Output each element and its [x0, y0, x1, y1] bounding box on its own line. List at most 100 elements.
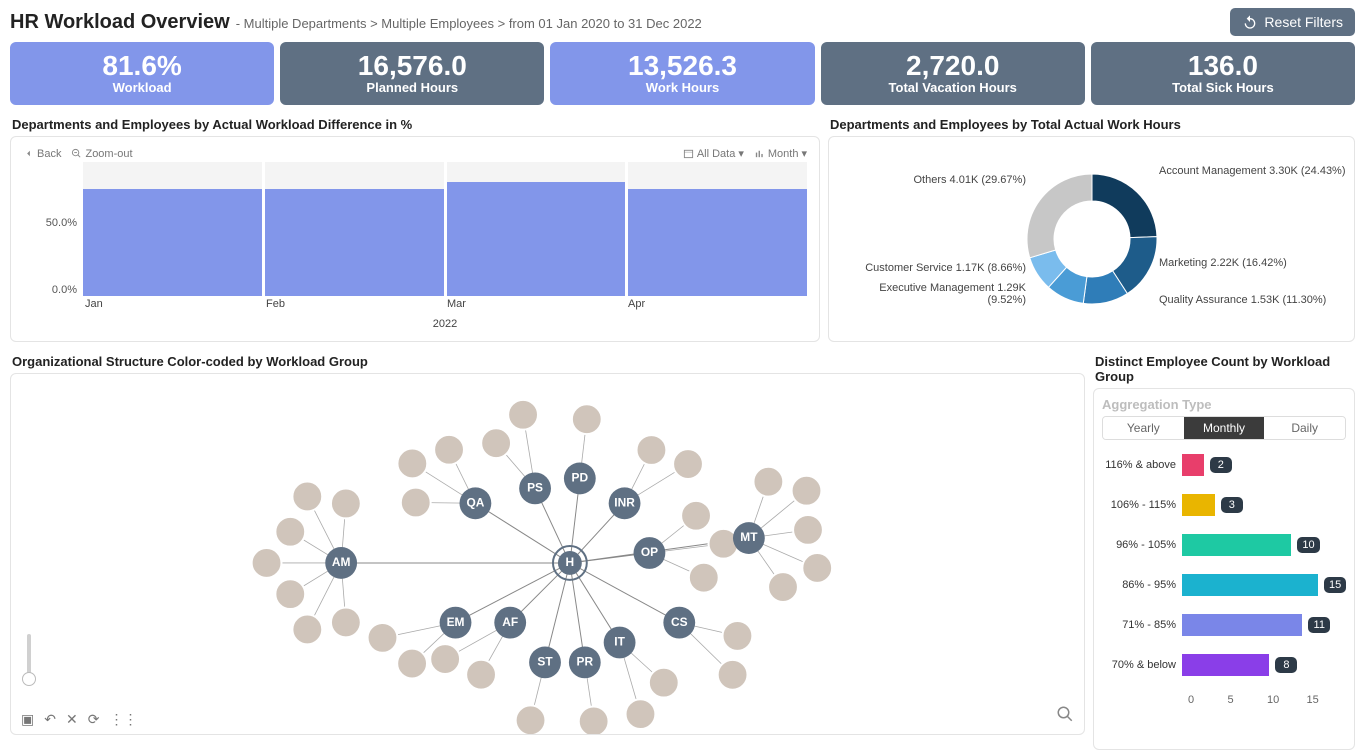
- employee-node[interactable]: [793, 515, 823, 545]
- kpi-tile[interactable]: 2,720.0 Total Vacation Hours: [821, 42, 1085, 105]
- department-label: ST: [537, 655, 553, 669]
- employee-node[interactable]: [397, 649, 427, 679]
- kpi-label: Work Hours: [550, 80, 814, 95]
- department-label: INR: [614, 495, 635, 509]
- employee-node[interactable]: [401, 488, 431, 518]
- employee-node[interactable]: [508, 400, 538, 430]
- search-icon[interactable]: [1056, 705, 1074, 728]
- all-data-dropdown[interactable]: All Data ▾: [683, 147, 744, 160]
- hbar-row[interactable]: 96% - 105% 10: [1102, 534, 1346, 556]
- employee-node[interactable]: [275, 517, 305, 547]
- reset-filters-button[interactable]: Reset Filters: [1230, 8, 1355, 36]
- employee-node[interactable]: [430, 644, 460, 674]
- employee-node[interactable]: [681, 501, 711, 531]
- aggregation-dropdown[interactable]: Month ▾: [754, 147, 807, 160]
- chart-toolbar: Back Zoom-out All Data ▾ Mont: [23, 147, 807, 160]
- aggregation-option[interactable]: Yearly: [1103, 417, 1184, 439]
- aggregation-option[interactable]: Monthly: [1184, 417, 1265, 439]
- employee-node[interactable]: [649, 668, 679, 698]
- refresh-icon[interactable]: ⟳: [88, 711, 100, 728]
- kpi-value: 16,576.0: [280, 50, 544, 82]
- bar-chart-area[interactable]: 0.0%50.0% JanFebMarApr 2022: [83, 162, 807, 317]
- donut-label: Customer Service 1.17K (8.66%): [851, 262, 1026, 274]
- employee-node[interactable]: [516, 705, 546, 734]
- hbar-row[interactable]: 71% - 85% 11: [1102, 614, 1346, 636]
- donut-label: Executive Management 1.29K (9.52%): [851, 282, 1026, 306]
- org-structure-panel: Organizational Structure Color-coded by …: [10, 350, 1085, 750]
- donut-label: Marketing 2.22K (16.42%): [1159, 257, 1287, 269]
- row-1: Departments and Employees by Actual Work…: [10, 113, 1355, 342]
- employee-node[interactable]: [572, 404, 602, 434]
- donut-slice[interactable]: [1027, 174, 1092, 258]
- bar-column[interactable]: [83, 162, 265, 296]
- zoom-out-button[interactable]: Zoom-out: [71, 148, 132, 160]
- x-tick: Apr: [626, 298, 807, 316]
- hbar-row[interactable]: 106% - 115% 3: [1102, 494, 1346, 516]
- breadcrumb[interactable]: - Multiple Departments > Multiple Employ…: [236, 16, 702, 31]
- panel-title: Departments and Employees by Total Actua…: [830, 117, 1355, 132]
- employee-node[interactable]: [689, 563, 719, 593]
- x-tick: Mar: [445, 298, 626, 316]
- employee-node[interactable]: [252, 548, 282, 578]
- hbar-row[interactable]: 86% - 95% 15: [1102, 574, 1346, 596]
- zoom-slider[interactable]: [27, 634, 31, 674]
- panel-title: Organizational Structure Color-coded by …: [12, 354, 1085, 369]
- employee-node[interactable]: [579, 706, 609, 734]
- bar-fill: [628, 189, 807, 296]
- settings-icon[interactable]: ⋮⋮: [109, 711, 137, 728]
- kpi-tile[interactable]: 16,576.0 Planned Hours: [280, 42, 544, 105]
- back-button[interactable]: Back: [23, 148, 61, 160]
- hbar-row[interactable]: 116% & above 2: [1102, 454, 1346, 476]
- hbar-value-badge: 2: [1210, 457, 1232, 473]
- employee-node[interactable]: [673, 449, 703, 479]
- kpi-label: Total Sick Hours: [1091, 80, 1355, 95]
- employee-node[interactable]: [481, 428, 511, 458]
- employee-node[interactable]: [768, 572, 798, 602]
- aggregation-toggle[interactable]: YearlyMonthlyDaily: [1102, 416, 1346, 440]
- donut-label: Account Management 3.30K (24.43%): [1159, 165, 1346, 177]
- employee-node[interactable]: [397, 449, 427, 479]
- fit-icon[interactable]: ▣: [21, 711, 34, 728]
- workload-group-chart[interactable]: Aggregation Type YearlyMonthlyDaily 116%…: [1093, 388, 1355, 750]
- workload-diff-chart[interactable]: Back Zoom-out All Data ▾ Mont: [10, 136, 820, 342]
- employee-node[interactable]: [368, 623, 398, 653]
- employee-node[interactable]: [718, 660, 748, 690]
- donut-slice[interactable]: [1092, 174, 1157, 238]
- shuffle-icon[interactable]: ✕: [66, 711, 78, 728]
- hbar-label: 71% - 85%: [1102, 619, 1182, 631]
- undo-icon[interactable]: ↶: [44, 711, 56, 728]
- employee-node[interactable]: [637, 435, 667, 465]
- employee-node[interactable]: [626, 699, 656, 729]
- employee-node[interactable]: [292, 482, 322, 512]
- hbar-label: 96% - 105%: [1102, 539, 1182, 551]
- kpi-tile[interactable]: 136.0 Total Sick Hours: [1091, 42, 1355, 105]
- hbar-x-tick: 10: [1267, 694, 1307, 706]
- employee-node[interactable]: [331, 489, 361, 519]
- employee-node[interactable]: [723, 621, 753, 651]
- employee-node[interactable]: [802, 553, 832, 583]
- bar-column[interactable]: [447, 162, 629, 296]
- panel-title: Departments and Employees by Actual Work…: [12, 117, 820, 132]
- zoom-thumb[interactable]: [22, 672, 36, 686]
- employee-node[interactable]: [753, 467, 783, 497]
- work-hours-donut-chart[interactable]: Account Management 3.30K (24.43%) Marketi…: [828, 136, 1355, 342]
- x-axis: JanFebMarApr: [83, 298, 807, 316]
- kpi-row: 81.6% Workload16,576.0 Planned Hours13,5…: [10, 42, 1355, 105]
- department-label: IT: [614, 635, 625, 649]
- employee-node[interactable]: [466, 660, 496, 690]
- kpi-tile[interactable]: 81.6% Workload: [10, 42, 274, 105]
- employee-node[interactable]: [292, 615, 322, 645]
- employee-node[interactable]: [434, 435, 464, 465]
- aggregation-option[interactable]: Daily: [1264, 417, 1345, 439]
- bar-column[interactable]: [265, 162, 447, 296]
- hbar-row[interactable]: 70% & below 8: [1102, 654, 1346, 676]
- department-label: AM: [332, 555, 351, 569]
- kpi-tile[interactable]: 13,526.3 Work Hours: [550, 42, 814, 105]
- employee-node[interactable]: [331, 608, 361, 638]
- bar-column[interactable]: [628, 162, 807, 296]
- employee-node[interactable]: [792, 476, 822, 506]
- kpi-label: Total Vacation Hours: [821, 80, 1085, 95]
- org-structure-chart[interactable]: AMQAPSPDINROPMTCSITPRSTAFEMH ▣ ↶ ✕ ⟳ ⋮⋮: [10, 373, 1085, 735]
- hbar-fill: [1182, 534, 1291, 556]
- employee-node[interactable]: [275, 579, 305, 609]
